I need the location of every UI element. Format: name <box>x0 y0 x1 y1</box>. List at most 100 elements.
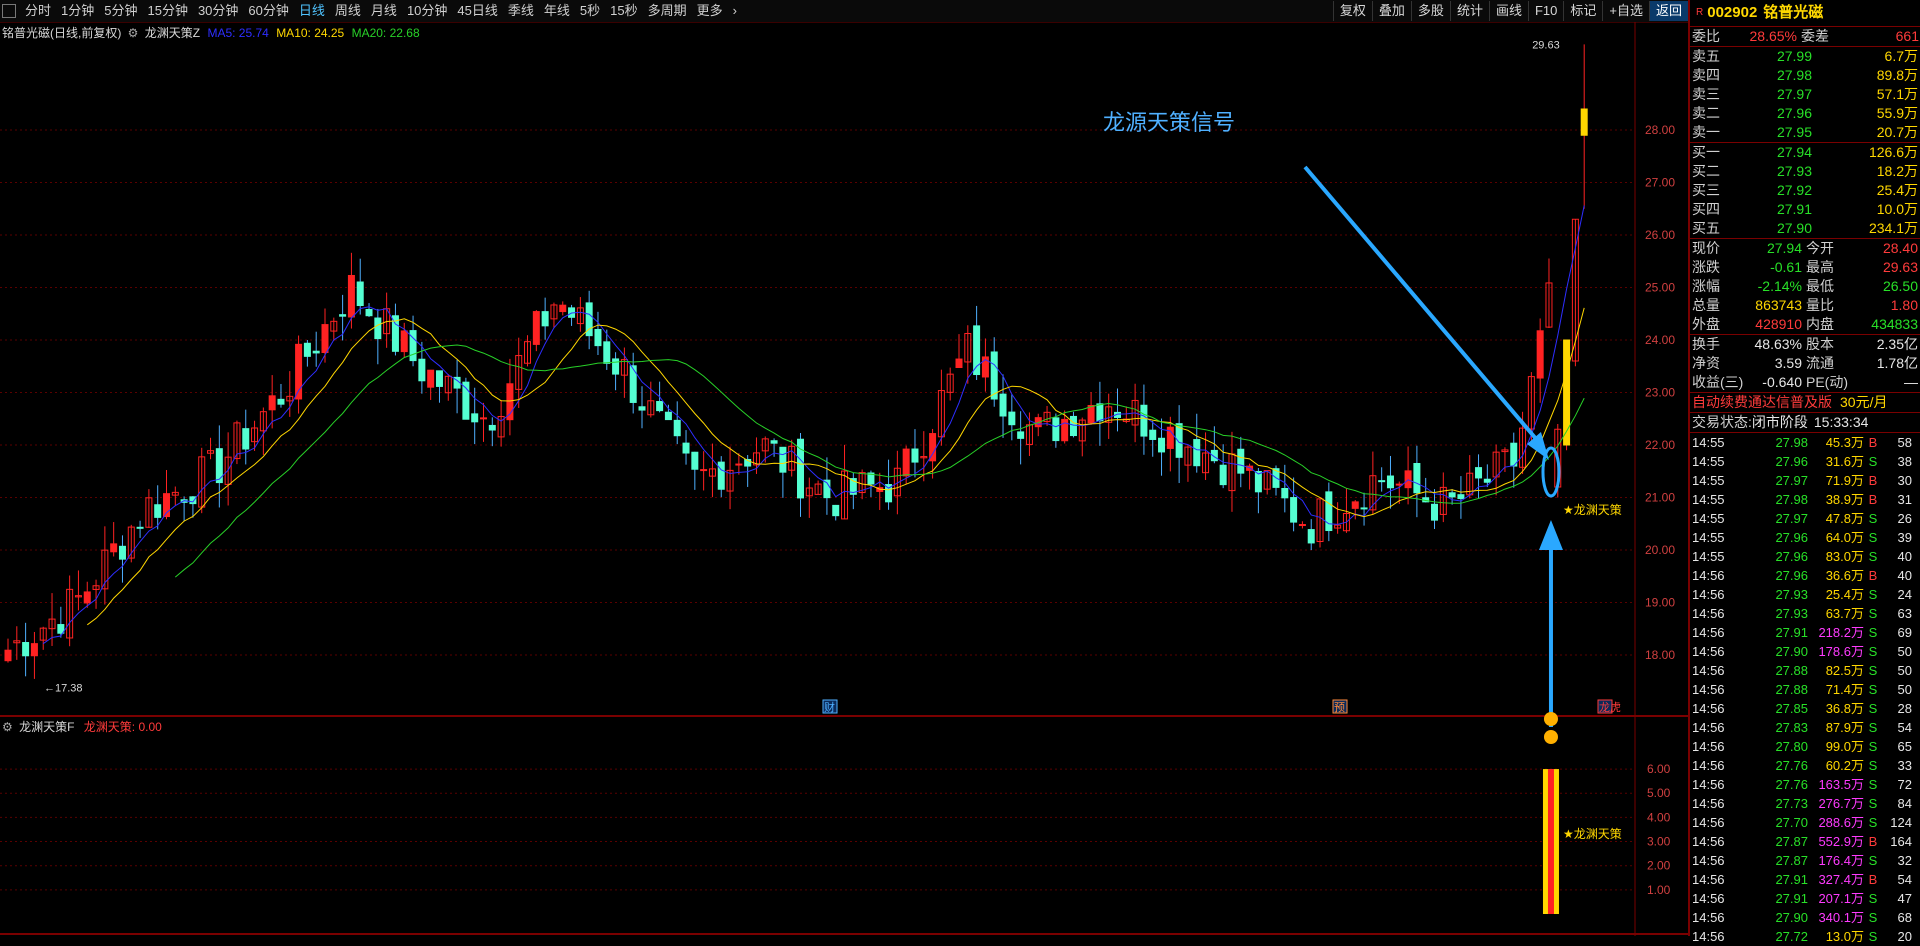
chevron-right-icon[interactable]: › <box>728 0 742 22</box>
tool-button[interactable]: 多股 <box>1410 1 1450 21</box>
period-toolbar: 分时 1分钟 5分钟 15分钟 30分钟 60分钟 日线 周线 月线 10分钟 45日线 季线 年线 5秒… <box>0 0 1688 23</box>
sub-y-tick-label: 5.00 <box>1647 786 1671 800</box>
period-tab[interactable]: 年线 <box>539 0 575 22</box>
period-tab[interactable]: 5秒 <box>575 0 605 22</box>
stat-label: 涨跌 <box>1692 259 1720 275</box>
tool-button[interactable]: 标记 <box>1563 1 1602 21</box>
stat-value: -0.61 <box>1770 259 1802 275</box>
tick-side: S <box>1868 891 1878 906</box>
tick-count: 124 <box>1890 815 1912 830</box>
tick-list[interactable]: 14:55 27.98 45.3万 B 58 14:55 27.96 31.6万 S 38 14:5… <box>1690 433 1920 946</box>
y-tick-label: 25.00 <box>1645 281 1675 295</box>
tick-time: 14:56 <box>1692 720 1725 735</box>
tick-row: 14:56 27.91 207.1万 S 47 <box>1690 889 1920 908</box>
sub-y-tick-label: 1.00 <box>1647 883 1671 897</box>
tick-volume: 83.0万 <box>1825 549 1864 564</box>
tool-button[interactable]: 复权 <box>1332 1 1372 21</box>
tick-price: 27.80 <box>1775 739 1808 754</box>
candle-body <box>1563 339 1571 446</box>
period-tab[interactable]: 多周期 <box>643 0 692 22</box>
gear-icon[interactable]: ⚙ <box>2 720 13 734</box>
tick-count: 69 <box>1897 625 1912 640</box>
tick-volume: 163.5万 <box>1818 777 1864 792</box>
tool-button[interactable]: 叠加 <box>1371 1 1411 21</box>
chart-canvas[interactable]: 28.00 27.00 26.00 25.00 24.00 23.00 22.00 21.00… <box>0 22 1688 936</box>
sub-indicator-value: 龙渊天策: 0.00 <box>83 720 162 734</box>
candle-body <box>700 469 708 472</box>
ask-volume: 57.1万 <box>1876 86 1918 102</box>
period-tab[interactable]: 30分钟 <box>193 0 243 22</box>
tick-row: 14:56 27.76 163.5万 S 72 <box>1690 775 1920 794</box>
promo-banner[interactable]: 自动续费通达信普及版 30元/月 <box>1690 393 1920 412</box>
period-tab[interactable]: 更多 <box>692 0 728 22</box>
bid-price: 27.92 <box>1776 182 1812 198</box>
tick-count: 28 <box>1897 701 1912 716</box>
indicator-name[interactable]: 龙渊天策Z <box>145 26 200 40</box>
candle-body <box>303 342 311 357</box>
tick-time: 14:56 <box>1692 853 1725 868</box>
period-tab[interactable]: 5分钟 <box>99 0 142 22</box>
tick-count: 84 <box>1897 796 1912 811</box>
tick-price: 27.97 <box>1775 473 1808 488</box>
tool-button[interactable]: +自选 <box>1602 1 1649 21</box>
stat-value: 434833 <box>1871 316 1918 332</box>
candle-body <box>83 591 91 604</box>
period-tab[interactable]: 分时 <box>20 0 56 22</box>
tick-row: 14:55 27.96 31.6万 S 38 <box>1690 452 1920 471</box>
tick-row: 14:56 27.88 71.4万 S 50 <box>1690 680 1920 699</box>
candle-body <box>990 351 998 400</box>
candle-body <box>541 311 549 327</box>
period-tab[interactable]: 15分钟 <box>142 0 192 22</box>
tick-price: 27.76 <box>1775 758 1808 773</box>
tool-button[interactable]: 统计 <box>1449 1 1489 21</box>
period-tab[interactable]: 日线 <box>294 0 330 22</box>
candle-body <box>1290 497 1298 523</box>
period-tab[interactable]: 周线 <box>330 0 366 22</box>
sub-indicator-name[interactable]: 龙渊天策F <box>19 720 74 734</box>
candle-body <box>154 504 162 518</box>
tick-price: 27.72 <box>1775 929 1808 944</box>
gear-icon[interactable]: ⚙ <box>128 26 139 40</box>
y-tick-label: 18.00 <box>1645 648 1675 662</box>
ask-price: 27.97 <box>1776 86 1812 102</box>
signal-annotation: 龙源天策信号 <box>1103 111 1235 136</box>
tick-row: 14:56 27.85 36.8万 S 28 <box>1690 699 1920 718</box>
period-tab[interactable]: 月线 <box>366 0 402 22</box>
tick-side: S <box>1868 777 1878 792</box>
bid-label: 买二 <box>1692 163 1720 179</box>
period-tab[interactable]: 10分钟 <box>402 0 452 22</box>
up-chevron-icon <box>1543 712 1558 726</box>
period-tab[interactable]: 季线 <box>503 0 539 22</box>
tick-price: 27.90 <box>1775 644 1808 659</box>
period-tab[interactable]: 1分钟 <box>56 0 99 22</box>
tick-price: 27.96 <box>1775 530 1808 545</box>
main-legend: 铭普光磁(日线,前复权) ⚙ 龙渊天策Z MA5: 25.74 MA10: 24… <box>2 24 420 41</box>
rong-icon: R <box>1696 7 1704 18</box>
bid-volume: 25.4万 <box>1876 182 1918 198</box>
tool-button[interactable]: F10 <box>1527 1 1563 21</box>
tick-price: 27.97 <box>1775 511 1808 526</box>
period-tab[interactable]: 15秒 <box>605 0 642 22</box>
panel-toggle-icon[interactable] <box>2 4 16 18</box>
tick-side: S <box>1868 853 1878 868</box>
candle-body <box>673 419 681 437</box>
stat-label: 总量 <box>1692 297 1720 313</box>
candle-body <box>1307 529 1315 544</box>
promo-price[interactable]: 30元/月 <box>1840 393 1887 412</box>
tick-side: S <box>1868 511 1878 526</box>
promo-text[interactable]: 自动续费通达信普及版 <box>1690 393 1832 412</box>
ask-label: 卖二 <box>1692 105 1720 121</box>
period-tab[interactable]: 60分钟 <box>243 0 293 22</box>
ask-label: 卖一 <box>1692 124 1720 140</box>
candle-body <box>1325 491 1333 532</box>
weicha-label: 委差 <box>1801 28 1829 44</box>
kline-chart[interactable]: 28.00 27.00 26.00 25.00 24.00 23.00 22.00 21.00… <box>0 22 1688 936</box>
period-tab[interactable]: 45日线 <box>452 0 502 22</box>
tool-button[interactable]: 返回 <box>1648 1 1688 21</box>
tick-volume: 36.8万 <box>1825 701 1864 716</box>
tick-count: 31 <box>1897 492 1912 507</box>
tick-volume: 176.4万 <box>1818 853 1864 868</box>
tool-button[interactable]: 画线 <box>1488 1 1528 21</box>
tick-count: 54 <box>1897 720 1912 735</box>
candle-body <box>1052 417 1060 442</box>
